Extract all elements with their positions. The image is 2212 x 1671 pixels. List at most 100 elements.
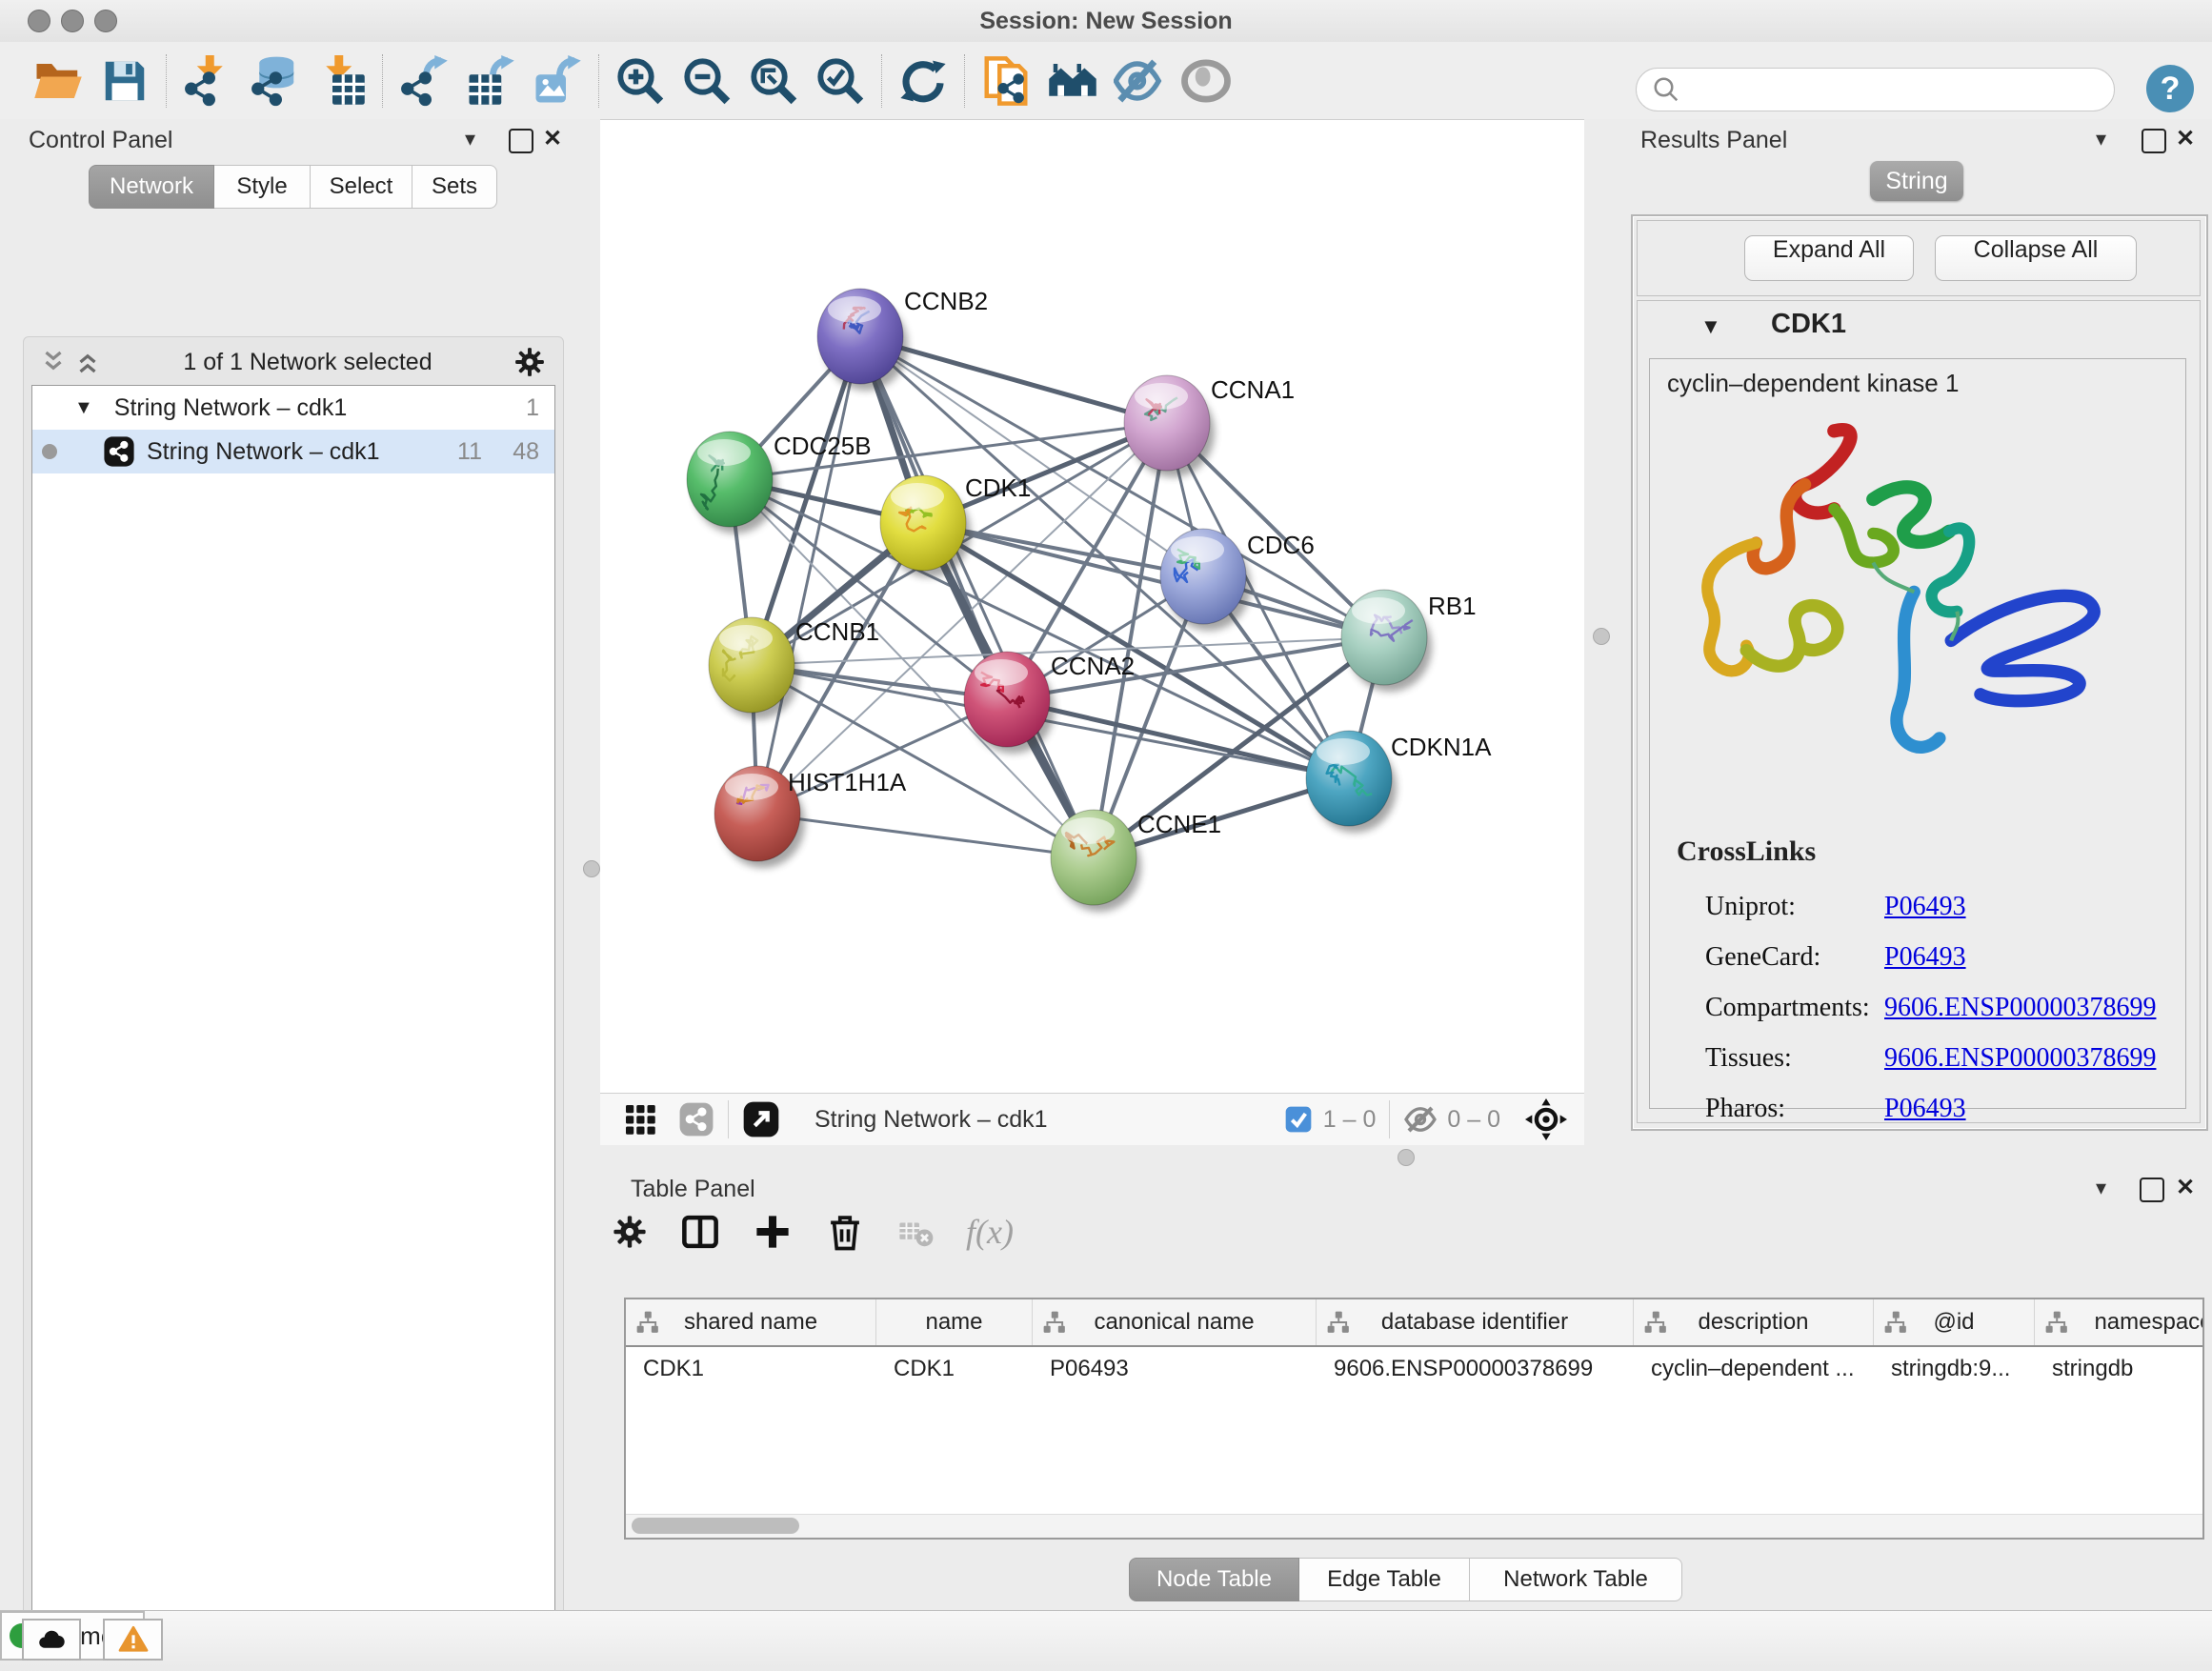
tab-network-table[interactable]: Network Table: [1470, 1558, 1682, 1601]
tab-select[interactable]: Select: [311, 165, 412, 209]
zoom-fit-button[interactable]: [740, 50, 807, 111]
columns-button[interactable]: [680, 1212, 720, 1252]
network-node-RB1[interactable]: RB1: [1341, 590, 1477, 692]
refresh-button[interactable]: [890, 50, 956, 111]
collapse-all-icon[interactable]: [39, 348, 68, 376]
column-header-sharedname[interactable]: shared name: [626, 1299, 876, 1345]
copy-share-button[interactable]: [973, 50, 1039, 111]
table-cell[interactable]: P06493: [1033, 1347, 1317, 1391]
show-eye-button[interactable]: [1173, 50, 1239, 111]
right-splitter[interactable]: [1584, 119, 1619, 1170]
zoom-in-icon: [614, 55, 666, 107]
export-network-button[interactable]: [391, 50, 457, 111]
network-canvas[interactable]: CCNB2CCNA1CDC25BCDK1CDC6RB1CCNB1CCNA2CDK…: [600, 119, 1584, 1094]
network-node-HIST1H1A[interactable]: HIST1H1A: [714, 766, 907, 868]
control-panel-close-button[interactable]: ✕: [543, 125, 562, 152]
column-header-canonicalname[interactable]: canonical name: [1033, 1299, 1317, 1345]
column-header-description[interactable]: description: [1634, 1299, 1874, 1345]
function-builder-button[interactable]: f(x): [966, 1212, 1014, 1252]
network-node-CCNA2[interactable]: CCNA2: [964, 652, 1135, 754]
results-panel-float-button[interactable]: [2142, 129, 2166, 153]
search-input[interactable]: [1680, 75, 2065, 104]
open-folder-button[interactable]: [25, 50, 91, 111]
plus-button[interactable]: [753, 1212, 793, 1252]
column-header-databaseidentifier[interactable]: database identifier: [1317, 1299, 1634, 1345]
zoom-in-button[interactable]: [607, 50, 674, 111]
hide-selected-button[interactable]: [1106, 50, 1173, 111]
column-header-namespace[interactable]: namespace: [2035, 1299, 2204, 1345]
tab-style[interactable]: Style: [214, 165, 311, 209]
table-cell[interactable]: CDK1: [876, 1347, 1033, 1391]
crosslink-value-link[interactable]: P06493: [1884, 892, 1966, 922]
table-cell[interactable]: cyclin–dependent ...: [1634, 1347, 1874, 1391]
cloud-button[interactable]: [22, 1619, 81, 1661]
node-table[interactable]: shared namenamecanonical namedatabase id…: [624, 1298, 2204, 1540]
network-edge[interactable]: [757, 336, 860, 814]
import-table-button[interactable]: [308, 50, 374, 111]
gene-caret-icon[interactable]: ▼: [1700, 314, 1721, 339]
table-cell[interactable]: stringdb: [2035, 1347, 2204, 1391]
home-pair-button[interactable]: [1039, 50, 1106, 111]
collapse-all-button[interactable]: Collapse All: [1935, 235, 2137, 281]
tab-string[interactable]: String: [1870, 161, 1963, 201]
table-cell[interactable]: 9606.ENSP00000378699: [1317, 1347, 1634, 1391]
gear-button[interactable]: [612, 1214, 648, 1250]
warnings-button[interactable]: [103, 1619, 163, 1661]
network-tree-root-row[interactable]: ▼ String Network – cdk1 1: [32, 386, 554, 430]
selected-checkbox-icon[interactable]: [1283, 1104, 1314, 1135]
import-network-button[interactable]: [174, 50, 241, 111]
table-cell[interactable]: stringdb:9...: [1874, 1347, 2035, 1391]
grid-view-icon[interactable]: [623, 1102, 657, 1137]
network-tree-child-row[interactable]: String Network – cdk1 11 48: [32, 430, 554, 473]
left-splitter-handle[interactable]: [583, 860, 600, 877]
gear-icon[interactable]: [513, 346, 546, 378]
table-panel-close-button[interactable]: ✕: [2176, 1174, 2195, 1201]
import-database-button[interactable]: [241, 50, 308, 111]
network-edge[interactable]: [757, 814, 1094, 857]
search-box[interactable]: [1636, 68, 2115, 111]
column-header-name[interactable]: name: [876, 1299, 1033, 1345]
share-view-icon[interactable]: [678, 1101, 714, 1137]
table-row[interactable]: CDK1CDK1P064939606.ENSP00000378699cyclin…: [626, 1347, 2204, 1391]
network-view-title: String Network – cdk1: [814, 1106, 1048, 1134]
tab-node-table[interactable]: Node Table: [1129, 1558, 1299, 1601]
detach-view-icon[interactable]: [742, 1100, 780, 1138]
save-button[interactable]: [91, 50, 158, 111]
crosslink-value-link[interactable]: P06493: [1884, 1094, 1966, 1124]
crosslink-value-link[interactable]: 9606.ENSP00000378699: [1884, 1043, 2156, 1074]
control-panel-float-button[interactable]: [509, 129, 533, 153]
hidden-eye-icon[interactable]: [1403, 1102, 1438, 1137]
network-node-CDKN1A[interactable]: CDKN1A: [1306, 731, 1492, 833]
help-button[interactable]: ?: [2146, 65, 2194, 112]
network-node-CCNA1[interactable]: CCNA1: [1124, 375, 1295, 477]
export-image-button[interactable]: [524, 50, 591, 111]
expand-all-button[interactable]: Expand All: [1744, 235, 1914, 281]
table-panel-menu-caret[interactable]: ▾: [2096, 1176, 2106, 1200]
tab-sets[interactable]: Sets: [412, 165, 497, 209]
zoom-out-button[interactable]: [674, 50, 740, 111]
zoom-selected-button[interactable]: [807, 50, 874, 111]
tree-caret-icon[interactable]: ▼: [74, 397, 93, 419]
results-panel-menu-caret[interactable]: ▾: [2096, 127, 2106, 151]
crosslink-value-link[interactable]: P06493: [1884, 942, 1966, 973]
network-edge[interactable]: [1007, 699, 1349, 778]
scrollbar-thumb[interactable]: [632, 1518, 799, 1534]
export-table-button[interactable]: [457, 50, 524, 111]
tab-edge-table[interactable]: Edge Table: [1299, 1558, 1470, 1601]
right-splitter-handle[interactable]: [1593, 628, 1610, 645]
column-header-id[interactable]: @id: [1874, 1299, 2035, 1345]
table-horizontal-scrollbar[interactable]: [626, 1514, 2202, 1538]
table-cell[interactable]: CDK1: [626, 1347, 876, 1391]
table-del-button[interactable]: [897, 1214, 934, 1250]
birdseye-icon[interactable]: [1525, 1098, 1567, 1140]
expand-all-icon[interactable]: [73, 348, 102, 376]
horizontal-splitter-handle[interactable]: [1398, 1149, 1415, 1166]
table-panel-float-button[interactable]: [2140, 1178, 2164, 1202]
tab-network[interactable]: Network: [89, 165, 214, 209]
network-node-CDK1[interactable]: CDK1: [880, 473, 1031, 577]
trash-button[interactable]: [825, 1212, 865, 1252]
control-panel-menu-caret[interactable]: ▾: [465, 127, 475, 151]
crosslink-value-link[interactable]: 9606.ENSP00000378699: [1884, 993, 2156, 1023]
network-edge[interactable]: [923, 523, 1384, 637]
results-panel-close-button[interactable]: ✕: [2176, 125, 2195, 152]
